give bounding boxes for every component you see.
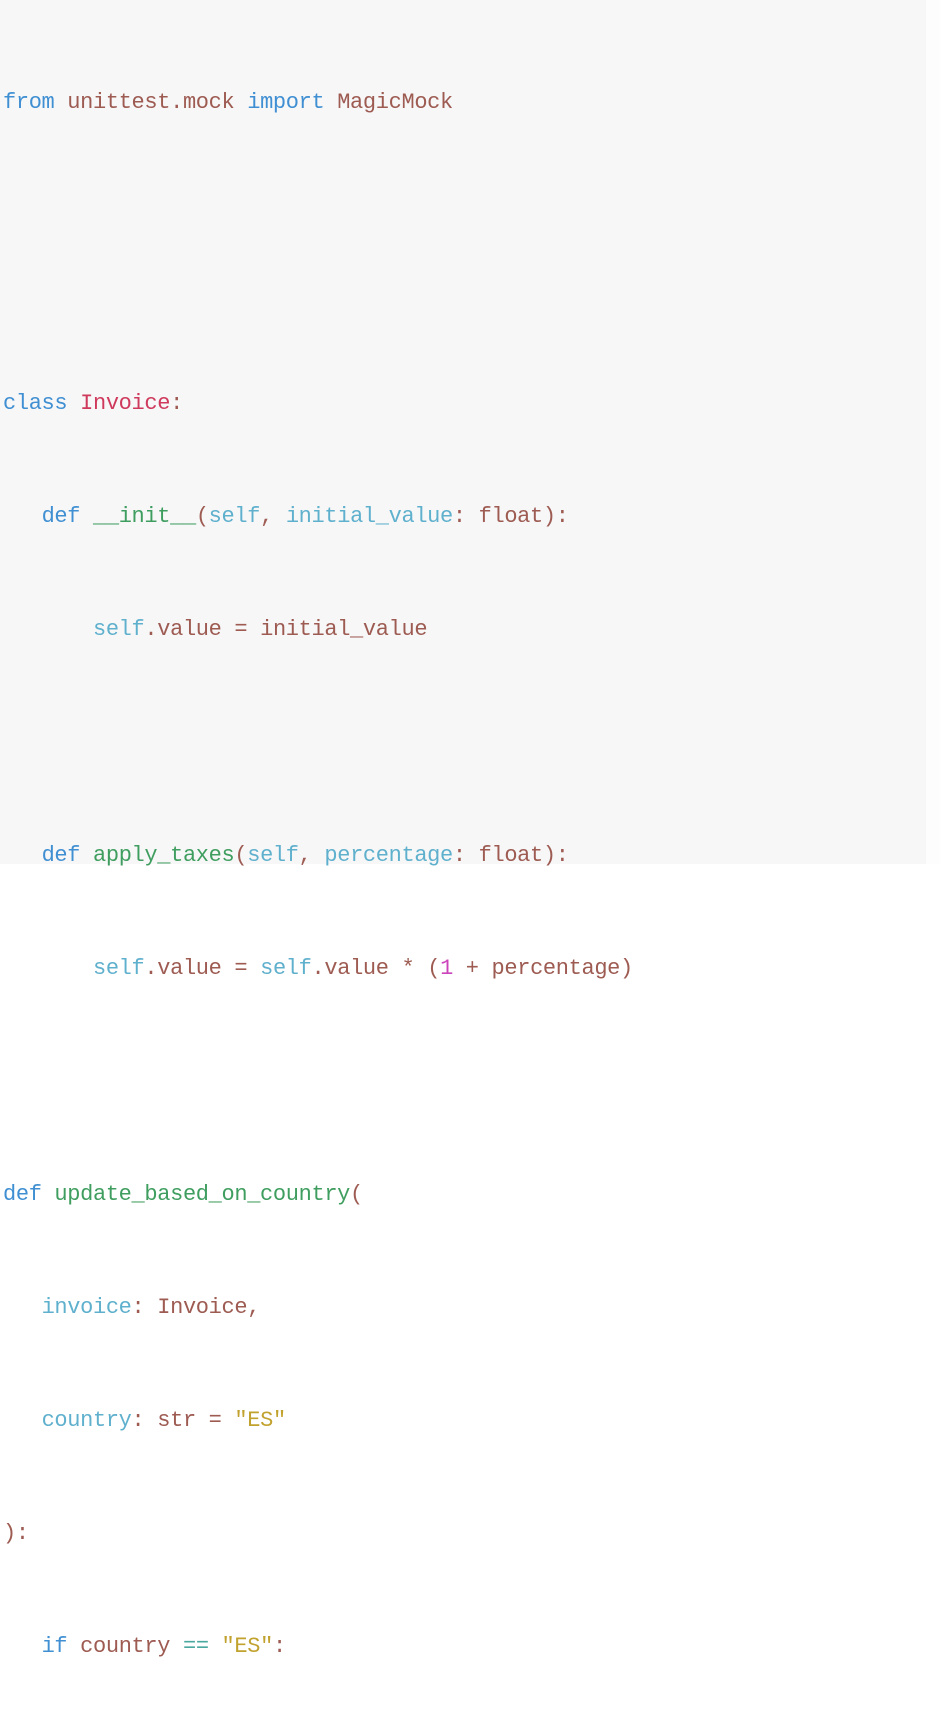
- rparen-punct: ): [542, 843, 556, 868]
- python-source-listing[interactable]: from unittest.mock import MagicMock clas…: [0, 8, 940, 1728]
- function-name-update-based-on-country: update_based_on_country: [54, 1182, 351, 1207]
- colon-punct: :: [131, 1295, 145, 1320]
- code-line-10-blank: [0, 1063, 940, 1100]
- attr-value: value: [157, 956, 222, 981]
- keyword-def: def: [41, 843, 81, 868]
- keyword-def: def: [41, 504, 81, 529]
- param-initial-value: initial_value: [285, 504, 453, 529]
- dot-punct: .: [311, 956, 325, 981]
- lparen-punct: (: [350, 1182, 363, 1207]
- lparen-punct: (: [195, 504, 209, 529]
- string-es: "ES": [234, 1408, 286, 1433]
- code-line-5: def __init__(self, initial_value: float)…: [0, 498, 940, 535]
- self-ref: self: [92, 617, 145, 642]
- code-line-9: self.value = self.value * (1 + percentag…: [0, 950, 940, 987]
- param-country: country: [41, 1408, 132, 1433]
- code-line-14: ):: [0, 1515, 940, 1552]
- imported-magicmock: MagicMock: [337, 90, 453, 115]
- rparen-punct: ): [3, 1521, 16, 1546]
- param-self: self: [247, 843, 299, 868]
- string-es: "ES": [221, 1634, 274, 1659]
- code-line-1: from unittest.mock import MagicMock: [0, 84, 940, 121]
- keyword-class: class: [3, 391, 68, 416]
- method-name-apply-taxes: apply_taxes: [92, 843, 235, 868]
- code-line-12: invoice: Invoice,: [0, 1289, 940, 1326]
- class-name-invoice: Invoice: [80, 391, 171, 416]
- plus-op: +: [465, 956, 479, 981]
- code-line-3-blank: [0, 272, 940, 309]
- comma-punct: ,: [298, 843, 312, 868]
- code-line-8: def apply_taxes(self, percentage: float)…: [0, 837, 940, 874]
- keyword-from: from: [3, 90, 55, 115]
- ref-percentage: percentage: [491, 956, 621, 981]
- keyword-def: def: [3, 1182, 42, 1207]
- code-line-13: country: str = "ES": [0, 1402, 940, 1439]
- code-viewer: from unittest.mock import MagicMock clas…: [0, 0, 940, 1659]
- assign-op: =: [234, 617, 248, 642]
- code-line-15: if country == "ES":: [0, 1628, 940, 1665]
- colon-punct: :: [131, 1408, 145, 1433]
- param-percentage: percentage: [324, 843, 453, 868]
- colon-punct: :: [272, 1634, 286, 1659]
- code-line-11: def update_based_on_country(: [0, 1176, 940, 1213]
- comma-punct: ,: [247, 1295, 261, 1320]
- colon-punct: :: [555, 843, 569, 868]
- rparen-punct: ): [620, 956, 633, 981]
- number-one: 1: [440, 956, 453, 981]
- module-unittest-mock: unittest.mock: [67, 90, 235, 115]
- rparen-punct: ): [542, 504, 556, 529]
- code-line-7-blank: [0, 724, 940, 761]
- colon-punct: :: [452, 843, 466, 868]
- assign-op: =: [208, 1408, 222, 1433]
- type-float: float: [478, 504, 544, 529]
- self-ref: self: [260, 956, 312, 981]
- code-line-6: self.value = initial_value: [0, 611, 940, 648]
- dot-punct: .: [144, 956, 158, 981]
- param-invoice: invoice: [41, 1295, 132, 1320]
- lparen-punct: (: [234, 843, 248, 868]
- code-line-4: class Invoice:: [0, 385, 940, 422]
- keyword-if: if: [41, 1634, 68, 1659]
- attr-value: value: [324, 956, 389, 981]
- param-self: self: [208, 504, 261, 529]
- equality-op: ==: [182, 1634, 209, 1659]
- colon-punct: :: [15, 1521, 29, 1546]
- comma-punct: ,: [260, 504, 273, 529]
- type-str: str: [157, 1408, 196, 1433]
- type-float: float: [478, 843, 544, 868]
- lparen-punct: (: [427, 956, 441, 981]
- attr-value: value: [157, 617, 222, 642]
- code-line-2-blank: [0, 197, 940, 234]
- keyword-import: import: [247, 90, 325, 115]
- ref-initial-value: initial_value: [260, 617, 428, 642]
- method-name-init: __init__: [92, 504, 196, 529]
- ref-country: country: [80, 1634, 171, 1659]
- colon-punct: :: [452, 504, 466, 529]
- assign-op: =: [234, 956, 248, 981]
- colon-punct: :: [555, 504, 569, 529]
- type-invoice: Invoice: [157, 1295, 248, 1320]
- self-ref: self: [92, 956, 145, 981]
- colon-punct: :: [170, 391, 183, 416]
- multiply-op: *: [401, 956, 415, 981]
- dot-punct: .: [144, 617, 158, 642]
